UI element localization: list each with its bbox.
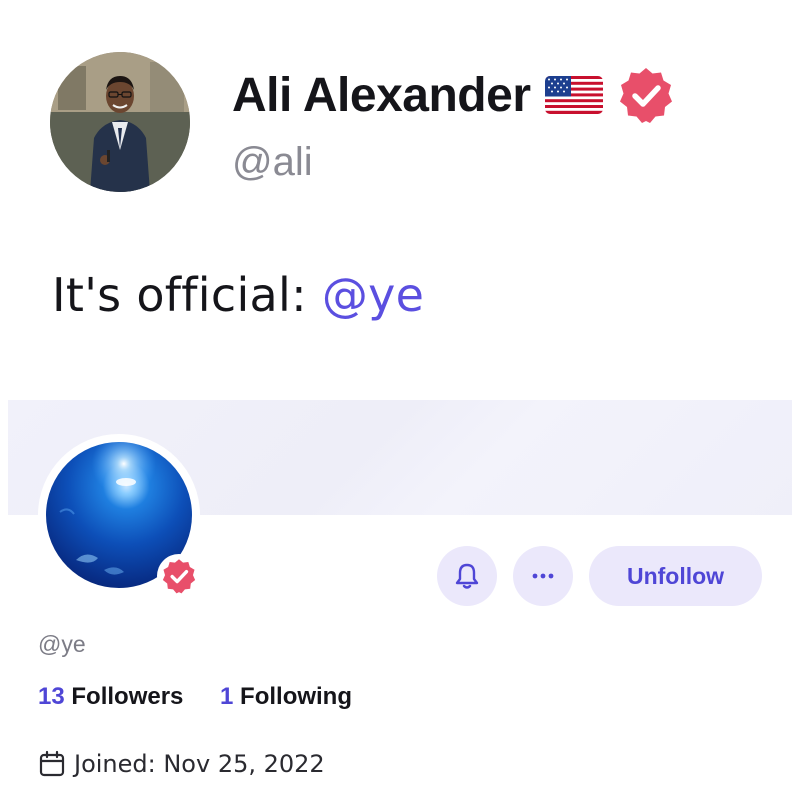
following-link[interactable]: 1 Following: [220, 683, 352, 711]
calendar-icon: [39, 750, 65, 777]
author-name-row: Ali Alexander: [232, 64, 675, 126]
joined-date: Joined: Nov 25, 2022: [38, 748, 325, 780]
us-flag-icon: [544, 76, 603, 114]
following-label: Following: [240, 683, 353, 710]
followers-count: 13: [38, 683, 65, 710]
verified-badge-icon: [619, 68, 672, 123]
more-options-button[interactable]: [513, 546, 573, 606]
more-dots-icon: [532, 573, 554, 579]
bell-icon: [455, 563, 479, 589]
followers-link[interactable]: 13 Followers: [38, 683, 183, 711]
person-photo: [50, 52, 190, 192]
author-name[interactable]: Ali Alexander: [232, 68, 531, 123]
following-count: 1: [220, 683, 234, 710]
mention-link[interactable]: @ye: [322, 268, 424, 322]
author-avatar[interactable]: [50, 52, 190, 192]
post-text: It's official: @ye: [52, 268, 424, 322]
author-handle[interactable]: @ali: [232, 140, 313, 185]
joined-text: Joined: Nov 25, 2022: [74, 750, 325, 778]
profile-verified-badge: [157, 554, 201, 598]
profile-handle[interactable]: @ye: [38, 631, 86, 658]
unfollow-button[interactable]: Unfollow: [589, 546, 762, 606]
verified-badge-icon: [162, 559, 196, 594]
post-body: It's official:: [52, 268, 322, 322]
notifications-button[interactable]: [437, 546, 497, 606]
followers-label: Followers: [71, 683, 184, 710]
